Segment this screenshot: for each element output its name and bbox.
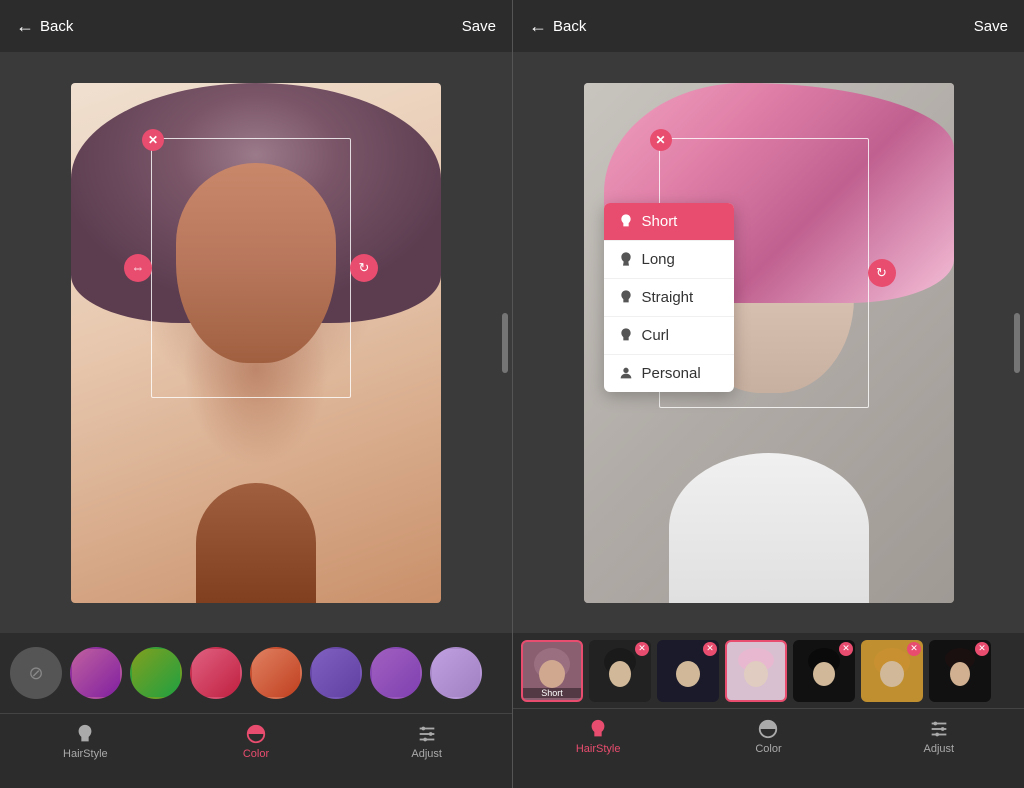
right-photo: ✕ ⇔ ↻ Short Long	[584, 83, 954, 603]
tab-color-right[interactable]: Color	[683, 718, 853, 755]
dropdown-item-personal[interactable]: Personal	[604, 355, 734, 392]
thumb-hair-svg-6	[871, 646, 913, 696]
tab-color-left[interactable]: Color	[171, 723, 342, 760]
thumb-hair-svg-4	[735, 646, 777, 696]
thumb-delete-6[interactable]: ✕	[907, 642, 921, 656]
hairstyle-thumbs-row: Short ✕ ✕	[513, 633, 1024, 708]
thumb-delete-2[interactable]: ✕	[635, 642, 649, 656]
right-save-button[interactable]: Save	[974, 18, 1008, 35]
left-save-button[interactable]: Save	[462, 18, 496, 35]
thumb-hair-svg-3	[667, 646, 709, 696]
side-scroll-right[interactable]	[1014, 313, 1020, 373]
curl-hair-icon	[618, 327, 634, 343]
tab-hairstyle-label-right: HairStyle	[576, 743, 621, 755]
short-hair-icon	[618, 213, 634, 229]
right-back-button[interactable]: ← Back	[529, 16, 586, 37]
right-photo-area: ✕ ⇔ ↻ Short Long	[513, 52, 1024, 633]
thumb-2[interactable]: ✕	[589, 640, 651, 702]
thumb-hair-svg-2	[599, 646, 641, 696]
thumb-7[interactable]: ✕	[929, 640, 991, 702]
swatch-purple-dark[interactable]	[70, 647, 122, 699]
right-panel: ← Back Save ✕ ⇔ ↻	[512, 0, 1024, 788]
tab-hairstyle-left[interactable]: HairStyle	[0, 723, 171, 760]
color-swatches-row: ⊘	[0, 633, 512, 713]
tab-adjust-left[interactable]: Adjust	[341, 723, 512, 760]
left-photo: ✕ ⇔ ↻	[71, 83, 441, 603]
thumb-4[interactable]	[725, 640, 787, 702]
left-bottom-bar: ⊘ HairStyle Color	[0, 633, 512, 788]
swatch-green-dark[interactable]	[130, 647, 182, 699]
thumb-short[interactable]: Short	[521, 640, 583, 702]
tab-hairstyle-label-left: HairStyle	[63, 748, 108, 760]
close-x-button-right[interactable]: ✕	[650, 129, 672, 151]
left-panel: ← Back Save ✕ ⇔ ↻ ⊘	[0, 0, 512, 788]
swatch-orange[interactable]	[250, 647, 302, 699]
left-photo-area: ✕ ⇔ ↻	[0, 52, 512, 633]
color-icon-left	[245, 723, 267, 745]
dropdown-item-long[interactable]: Long	[604, 241, 734, 279]
swatch-none[interactable]: ⊘	[10, 647, 62, 699]
color-icon-right	[757, 718, 779, 740]
left-tabs-row: HairStyle Color Adjust	[0, 713, 512, 768]
dropdown-item-curl[interactable]: Curl	[604, 317, 734, 355]
back-label: Back	[40, 18, 73, 35]
tab-adjust-label-right: Adjust	[924, 743, 955, 755]
right-header: ← Back Save	[513, 0, 1024, 52]
thumb-5[interactable]: ✕	[793, 640, 855, 702]
adjust-icon-left	[416, 723, 438, 745]
right-bottom-bar: Short ✕ ✕	[513, 633, 1024, 788]
back-label-right: Back	[553, 18, 586, 35]
thumb-6[interactable]: ✕	[861, 640, 923, 702]
side-scroll-left[interactable]	[502, 313, 508, 373]
tab-hairstyle-right[interactable]: HairStyle	[513, 718, 683, 755]
long-hair-icon	[618, 251, 634, 267]
straight-hair-icon	[618, 289, 634, 305]
left-header: ← Back Save	[0, 0, 512, 52]
thumb-delete-7[interactable]: ✕	[975, 642, 989, 656]
hairstyle-icon-left	[74, 723, 96, 745]
dropdown-item-straight[interactable]: Straight	[604, 279, 734, 317]
thumb-short-label: Short	[523, 688, 581, 698]
swatch-red[interactable]	[190, 647, 242, 699]
dropdown-item-short[interactable]: Short	[604, 203, 734, 241]
tab-adjust-label-left: Adjust	[411, 748, 442, 760]
left-back-button[interactable]: ← Back	[16, 16, 73, 37]
swatch-lavender[interactable]	[430, 647, 482, 699]
hairstyle-icon-right	[587, 718, 609, 740]
dropdown-label-straight: Straight	[642, 289, 694, 306]
back-arrow-icon-right: ←	[529, 16, 547, 37]
right-tabs-row: HairStyle Color Adjust	[513, 708, 1024, 763]
personal-hair-icon	[618, 365, 634, 381]
dropdown-label-short: Short	[642, 213, 678, 230]
close-x-button-left[interactable]: ✕	[142, 129, 164, 151]
swatch-purple-mid[interactable]	[310, 647, 362, 699]
thumb-3[interactable]: ✕	[657, 640, 719, 702]
resize-handle-right-right[interactable]: ↻	[868, 259, 896, 287]
dropdown-label-curl: Curl	[642, 327, 670, 344]
thumb-delete-3[interactable]: ✕	[703, 642, 717, 656]
selection-rect-left[interactable]: ✕ ⇔ ↻	[151, 138, 351, 398]
tab-color-label-left: Color	[243, 748, 269, 760]
thumb-hair-svg-7	[939, 646, 981, 696]
tab-adjust-right[interactable]: Adjust	[854, 718, 1024, 755]
thumb-delete-5[interactable]: ✕	[839, 642, 853, 656]
dropdown-label-long: Long	[642, 251, 675, 268]
resize-handle-left[interactable]: ⇔	[124, 254, 152, 282]
tab-color-label-right: Color	[755, 743, 781, 755]
swatch-violet[interactable]	[370, 647, 422, 699]
hairstyle-dropdown: Short Long Straight	[604, 203, 734, 392]
back-arrow-icon: ←	[16, 16, 34, 37]
resize-handle-right[interactable]: ↻	[350, 254, 378, 282]
thumb-hair-svg-5	[803, 646, 845, 696]
dropdown-label-personal: Personal	[642, 365, 701, 382]
adjust-icon-right	[928, 718, 950, 740]
